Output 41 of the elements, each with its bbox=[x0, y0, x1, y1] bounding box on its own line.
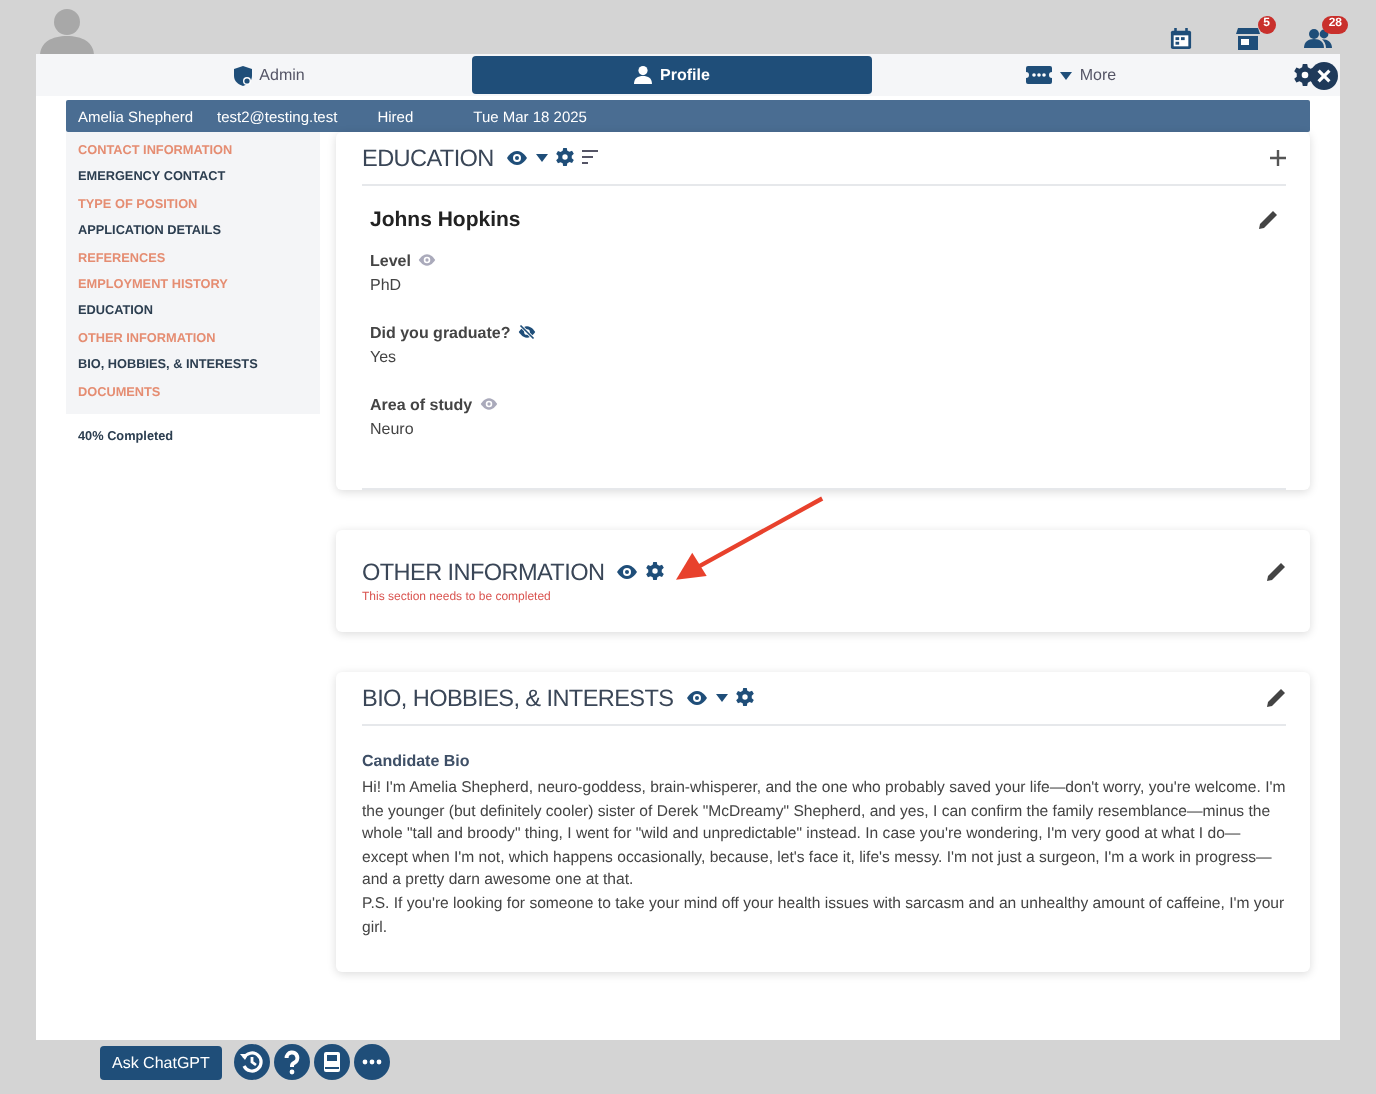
ticket-icon bbox=[1025, 66, 1052, 84]
caret-icon[interactable] bbox=[535, 153, 548, 161]
ask-chatgpt-button[interactable]: Ask ChatGPT bbox=[100, 1045, 222, 1079]
edit-icon[interactable] bbox=[1266, 561, 1286, 581]
people-icon[interactable] bbox=[1304, 28, 1332, 48]
gear-icon[interactable] bbox=[555, 148, 574, 166]
store-icon[interactable] bbox=[1236, 28, 1260, 50]
field-value: Yes bbox=[370, 348, 399, 370]
eye-icon[interactable] bbox=[616, 563, 639, 579]
gear-icon[interactable] bbox=[735, 688, 754, 706]
more-icon[interactable] bbox=[353, 1044, 390, 1080]
gear-icon[interactable] bbox=[646, 562, 665, 580]
entry-title: Johns Hopkins bbox=[370, 208, 521, 232]
caret-icon[interactable] bbox=[715, 693, 728, 701]
help-icon[interactable] bbox=[273, 1044, 310, 1080]
user-icon bbox=[634, 66, 653, 84]
book-icon[interactable] bbox=[313, 1044, 350, 1080]
eye-icon[interactable] bbox=[505, 149, 528, 165]
edit-icon[interactable] bbox=[1258, 210, 1278, 230]
sort-icon[interactable] bbox=[581, 150, 598, 164]
field-label: Did you graduate? bbox=[370, 323, 511, 341]
close-icon[interactable] bbox=[1310, 61, 1338, 89]
section-title: BIO, HOBBIES, & INTERESTS bbox=[362, 683, 674, 711]
history-icon[interactable] bbox=[233, 1044, 270, 1080]
field-value: PhD bbox=[370, 276, 404, 298]
field-label: Candidate Bio bbox=[362, 752, 472, 770]
calendar-icon[interactable] bbox=[1170, 28, 1192, 50]
tab[interactable]: More bbox=[872, 56, 1270, 94]
field-label: Level bbox=[370, 251, 411, 269]
eye-slash-icon[interactable] bbox=[518, 324, 537, 340]
tab[interactable]: Admin bbox=[66, 56, 472, 94]
eye-icon[interactable] bbox=[685, 689, 708, 705]
field-label: Area of study bbox=[370, 395, 473, 413]
section-title: OTHER INFORMATION bbox=[362, 557, 605, 585]
edit-icon[interactable] bbox=[1266, 687, 1286, 707]
caret-icon[interactable] bbox=[1059, 71, 1072, 79]
tab[interactable]: Profile bbox=[472, 56, 872, 94]
field-value: Neuro bbox=[370, 420, 416, 442]
add-icon[interactable] bbox=[1270, 149, 1286, 165]
shield-icon bbox=[233, 65, 252, 85]
section-title: EDUCATION bbox=[362, 143, 494, 171]
